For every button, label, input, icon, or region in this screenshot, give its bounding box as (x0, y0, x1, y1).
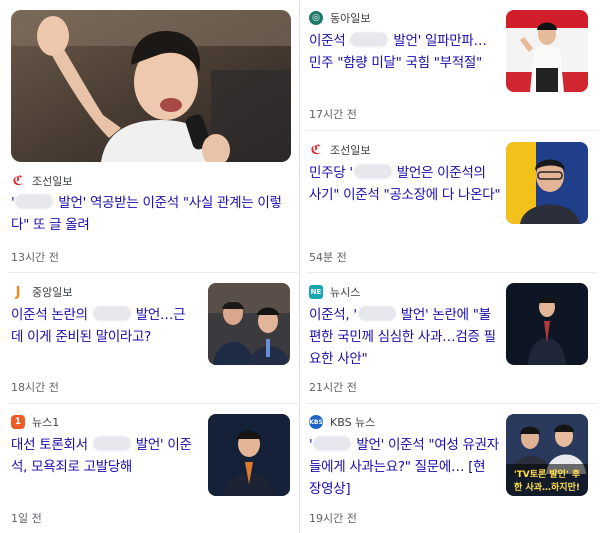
headline-link[interactable]: 대선 토론회서 발언' 이준석, 모욕죄로 고발당해 (11, 434, 203, 478)
news-source: J 중앙일보 (11, 284, 73, 300)
headline-text: 들에게 사과는요?" 질문에… [현 (309, 459, 486, 475)
headline-link[interactable]: ' 발언' 역공받는 이준석 "사실 관계는 이렇다" 또 글 올려 (11, 192, 295, 236)
headline-text: 발언' 논란에 "불 (396, 307, 491, 323)
redacted-word (350, 32, 389, 47)
headline-text: 민주 "함량 미달" 국힘 "부적절" (309, 55, 482, 71)
headline-text: 다" 또 글 올려 (11, 217, 90, 233)
headline-text: ' (309, 437, 313, 453)
publish-time: 17시간 전 (309, 108, 357, 121)
news-source: NE 뉴시스 (309, 284, 360, 300)
redacted-word (313, 436, 352, 451)
donga-logo-icon: ◎ (309, 11, 323, 25)
headline-text: 발언' 이준 (131, 437, 192, 453)
thumb-caption-line2: 한 사과…하지만! (514, 481, 580, 493)
headline-text: 발언' 역공받는 이준석 "사실 관계는 이렇 (54, 195, 282, 211)
headline-text: 요한 사안" (309, 351, 368, 367)
headline-link[interactable]: 민주당 ' 발언은 이준석의사기" 이준석 "공소장에 다 나온다" (309, 162, 504, 206)
news-source: ℭ 조선일보 (309, 142, 371, 158)
news-card[interactable]: ℭ 조선일보 민주당 ' 발언은 이준석의사기" 이준석 "공소장에 다 나온다… (306, 131, 598, 273)
news-card[interactable]: J 중앙일보 이준석 논란의 발언…근데 이게 준비된 말이라고? 18시간 전 (8, 273, 300, 404)
headline-text: 대선 토론회서 (11, 437, 92, 453)
publish-time: 18시간 전 (11, 381, 59, 394)
headline-text: 발언…근 (131, 307, 186, 323)
headline-text: 데 이게 준비된 말이라고? (11, 329, 152, 345)
news-card[interactable]: 1 뉴스1 대선 토론회서 발언' 이준석, 모욕죄로 고발당해 1일 전 (8, 404, 300, 533)
news-card[interactable]: NE 뉴시스 이준석, ' 발언' 논란에 "불편한 국민께 심심한 사과…검증… (306, 273, 598, 404)
publish-time: 1일 전 (11, 512, 42, 525)
publish-time: 54분 전 (309, 251, 347, 264)
headline-text: ' (11, 195, 15, 211)
publish-time: 21시간 전 (309, 381, 357, 394)
publish-time: 19시간 전 (309, 512, 357, 525)
chosun-logo-icon: ℭ (12, 173, 24, 189)
headline-text: 발언은 이준석의 (392, 165, 486, 181)
headline-text: 편한 국민께 심심한 사과…검증 필 (309, 329, 496, 345)
source-name: 뉴시스 (330, 286, 361, 299)
headline-text: 민주당 ' (309, 165, 353, 181)
redacted-word (92, 306, 131, 321)
thumb-caption-line1: 'TV토론 발언' 후 (514, 468, 581, 480)
headline-text: 발언' 이준석 "여성 유권자 (352, 437, 499, 453)
news-source: KBS KBS 뉴스 (309, 414, 375, 430)
source-name: 중앙일보 (32, 286, 73, 299)
joongang-logo-icon: J (15, 284, 21, 300)
kbs-logo-icon: KBS (309, 415, 323, 429)
publish-time: 13시간 전 (11, 251, 59, 264)
redacted-word (15, 194, 54, 209)
chosun-logo-icon: ℭ (310, 142, 322, 158)
source-name: 뉴스1 (32, 416, 60, 429)
headline-text: 장영상] (309, 481, 351, 497)
redacted-word (357, 306, 396, 321)
source-name: KBS 뉴스 (330, 416, 376, 429)
news-thumbnail[interactable] (208, 283, 290, 365)
headline-link[interactable]: 이준석 논란의 발언…근데 이게 준비된 말이라고? (11, 304, 203, 348)
source-name: 동아일보 (330, 12, 371, 25)
news1-logo-icon: 1 (11, 415, 25, 429)
news-source: ℭ 조선일보 (11, 173, 73, 189)
headline-link[interactable]: 이준석 발언' 일파만파… 민주 "함량 미달" 국힘 "부적절" (309, 30, 504, 74)
news-results-grid: ℭ 조선일보 ' 발언' 역공받는 이준석 "사실 관계는 이렇다" 또 글 올… (0, 0, 600, 533)
headline-link[interactable]: 이준석, ' 발언' 논란에 "불편한 국민께 심심한 사과…검증 필요한 사안… (309, 304, 504, 370)
news-thumbnail[interactable] (506, 10, 588, 92)
headline-text: 이준석 (309, 33, 350, 49)
news-card[interactable]: ℭ 조선일보 ' 발언' 역공받는 이준석 "사실 관계는 이렇다" 또 글 올… (8, 0, 300, 273)
source-name: 조선일보 (32, 175, 73, 188)
newsis-logo-icon: NE (309, 285, 323, 299)
headline-text: 사기" 이준석 "공소장에 다 나온다" (309, 187, 501, 203)
news-thumbnail[interactable]: 'TV토론 발언' 후 한 사과…하지만! (506, 414, 588, 496)
news-source: 1 뉴스1 (11, 414, 59, 430)
news-source: ◎ 동아일보 (309, 10, 370, 26)
news-thumbnail[interactable] (506, 142, 588, 224)
headline-text: 이준석 논란의 (11, 307, 92, 323)
headline-text: 석, 모욕죄로 고발당해 (11, 459, 133, 475)
headline-link[interactable]: ' 발언' 이준석 "여성 유권자들에게 사과는요?" 질문에… [현장영상] (309, 434, 504, 500)
hero-thumbnail[interactable] (11, 10, 291, 162)
redacted-word (92, 436, 131, 451)
redacted-word (353, 164, 392, 179)
headline-text: 이준석, ' (309, 307, 357, 323)
news-card[interactable]: ◎ 동아일보 이준석 발언' 일파만파… 민주 "함량 미달" 국힘 "부적절" … (306, 0, 598, 131)
news-thumbnail[interactable] (506, 283, 588, 365)
news-card[interactable]: KBS KBS 뉴스 ' 발언' 이준석 "여성 유권자들에게 사과는요?" 질… (306, 404, 598, 533)
news-thumbnail[interactable] (208, 414, 290, 496)
headline-text: 발언' 일파만파… (389, 33, 487, 49)
source-name: 조선일보 (330, 144, 371, 157)
